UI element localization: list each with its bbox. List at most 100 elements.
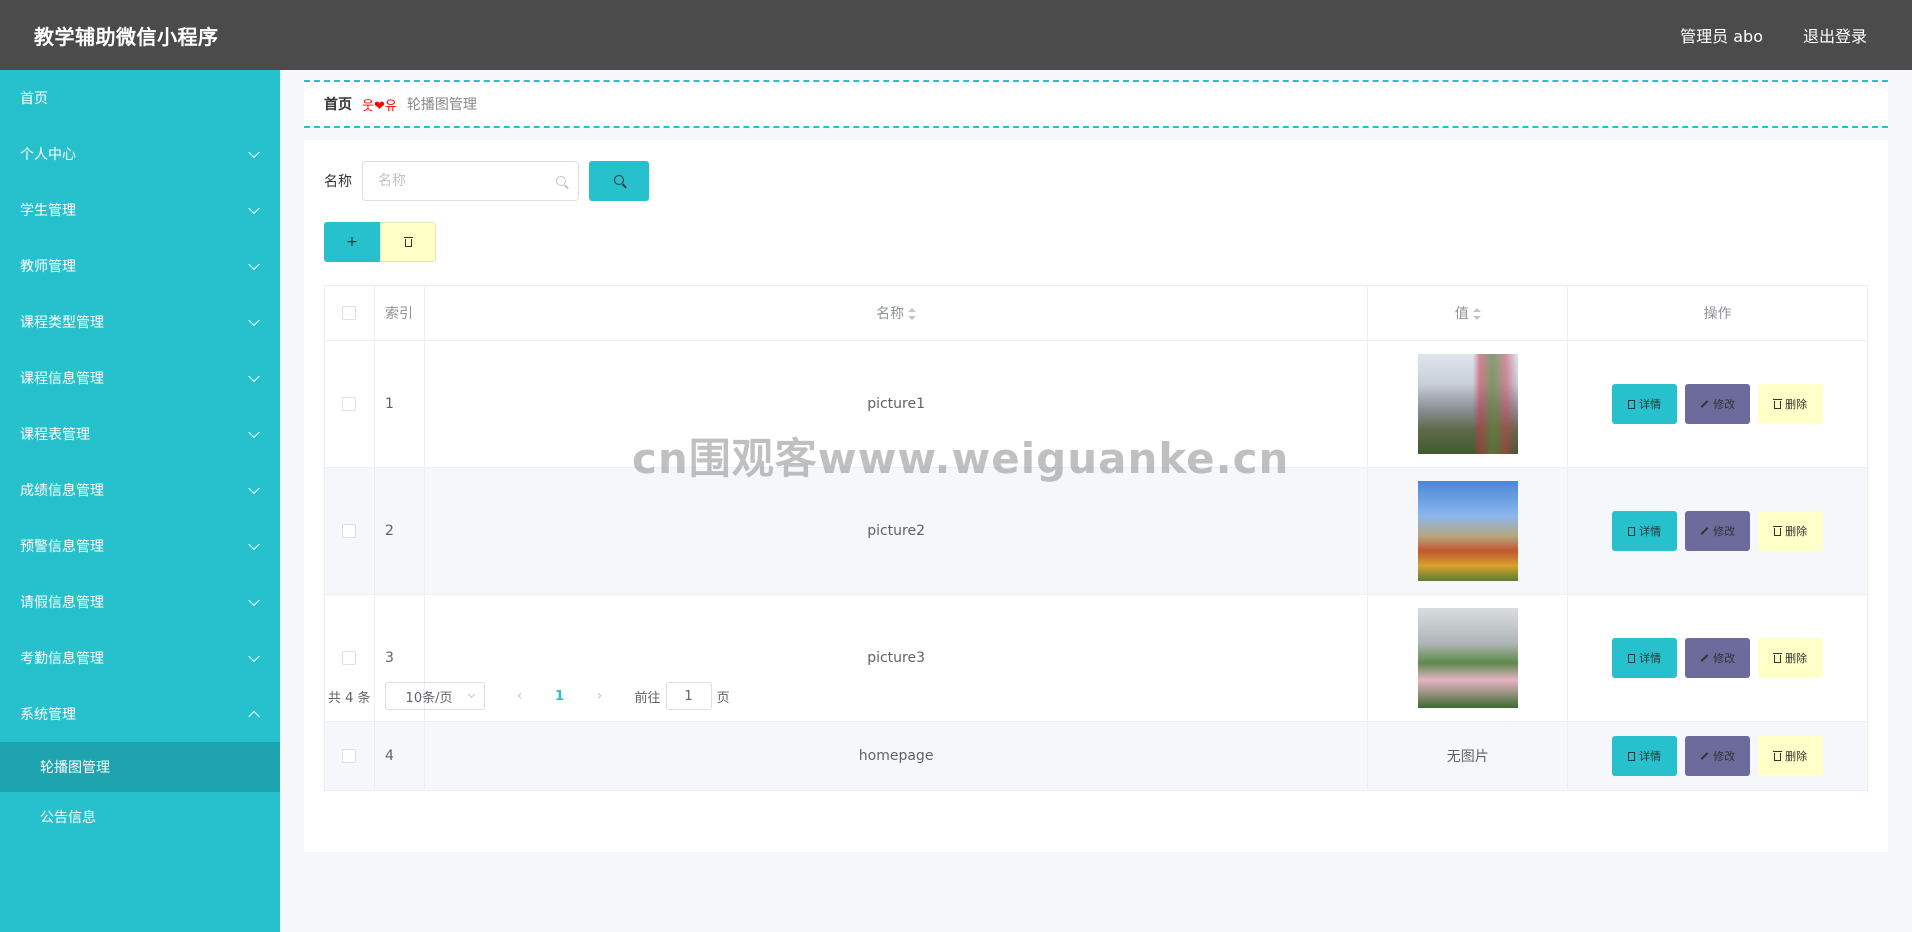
user-label: 管理员 abo [1680,27,1763,46]
sidebar-item-label: 系统管理 [20,707,76,723]
row-name: picture2 [423,467,1369,595]
batch-delete-button[interactable] [380,222,436,262]
column-header-value[interactable]: 值 [1367,285,1569,341]
column-header-name[interactable]: 名称 [423,285,1369,341]
row-select-cell [324,721,375,791]
row-checkbox[interactable] [342,749,357,763]
sidebar-item-label: 考勤信息管理 [20,651,104,667]
breadcrumb-home[interactable]: 首页 [324,94,352,114]
sort-icon[interactable] [1472,308,1481,320]
detail-label: 详情 [1639,652,1662,665]
detail-button[interactable]: 详情 [1612,638,1678,678]
sidebar-item-personal-center[interactable]: 个人中心 [0,126,280,182]
row-index: 2 [373,467,425,595]
sidebar-subitem-notice[interactable]: 公告信息 [0,792,280,842]
delete-button[interactable]: 删除 [1758,736,1824,776]
sidebar-item-label: 教师管理 [20,259,76,275]
page-jump: 前往 页 [635,682,730,710]
search-icon [614,175,624,185]
app-title: 教学辅助微信小程序 [34,24,219,49]
sidebar-subitem-label: 轮播图管理 [40,760,110,776]
sidebar-item-warnings[interactable]: 预警信息管理 [0,518,280,574]
document-icon [1628,526,1636,536]
delete-button[interactable]: 删除 [1758,511,1824,551]
sidebar-subitem-carousel[interactable]: 轮播图管理 [0,742,280,792]
prev-page-button[interactable]: ‹ [505,682,535,710]
trash-icon [1773,526,1783,536]
sidebar-item-label: 预警信息管理 [20,539,104,555]
search-row: 名称 [324,161,649,201]
chevron-down-icon [248,146,260,159]
edit-button[interactable]: 修改 [1685,736,1751,776]
row-checkbox[interactable] [342,524,357,538]
next-page-button[interactable]: › [585,682,615,710]
carousel-image-thumbnail[interactable] [1417,354,1518,454]
row-value: 无图片 [1367,721,1569,791]
trash-icon [403,237,413,247]
row-actions: 详情 修改 删除 [1567,721,1868,791]
sidebar-item-home[interactable]: 首页 [0,70,280,126]
add-button[interactable]: + [324,222,380,262]
edit-label: 修改 [1713,398,1736,411]
select-all-checkbox[interactable] [342,306,357,320]
select-all-cell [324,285,375,341]
sidebar-item-system[interactable]: 系统管理 [0,686,280,742]
row-value [1367,467,1569,595]
edit-icon [1700,654,1709,662]
chevron-down-icon [248,538,260,551]
sidebar-item-leave[interactable]: 请假信息管理 [0,574,280,630]
delete-button[interactable]: 删除 [1758,384,1824,424]
carousel-image-thumbnail[interactable] [1417,608,1518,708]
edit-button[interactable]: 修改 [1685,638,1751,678]
sidebar-item-label: 成绩信息管理 [20,483,104,499]
sidebar-item-timetable[interactable]: 课程表管理 [0,406,280,462]
sidebar-item-label: 学生管理 [20,203,76,219]
chevron-down-icon [248,370,260,383]
detail-button[interactable]: 详情 [1612,384,1678,424]
sidebar-item-label: 请假信息管理 [20,595,104,611]
table-row: 1 picture1 详情 修改 删除 [324,340,1868,468]
column-header-index: 索引 [373,285,425,341]
carousel-image-thumbnail[interactable] [1417,481,1518,581]
detail-button[interactable]: 详情 [1612,736,1678,776]
row-checkbox[interactable] [342,651,357,665]
page-size-select[interactable]: 10条/页 [384,682,485,710]
sidebar-item-attendance[interactable]: 考勤信息管理 [0,630,280,686]
main-content: 首页 웃❤유 轮播图管理 名称 + [280,70,1912,932]
sort-icon[interactable] [908,308,917,320]
chevron-up-icon [248,710,260,723]
chevron-down-icon [248,594,260,607]
delete-label: 删除 [1785,652,1808,665]
sidebar-item-teachers[interactable]: 教师管理 [0,238,280,294]
row-name: picture1 [423,340,1369,468]
sidebar-item-course-types[interactable]: 课程类型管理 [0,294,280,350]
edit-label: 修改 [1713,652,1736,665]
search-button[interactable] [589,161,649,201]
row-checkbox[interactable] [342,397,357,411]
row-actions: 详情 修改 删除 [1567,594,1868,722]
search-label: 名称 [324,174,352,190]
search-input[interactable] [363,162,578,200]
logout-button[interactable]: 退出登录 [1803,23,1867,47]
header-right: 管理员 abo 退出登录 [1680,23,1867,47]
breadcrumb: 首页 웃❤유 轮播图管理 [304,80,1888,128]
delete-button[interactable]: 删除 [1758,638,1824,678]
chevron-down-icon [467,690,475,699]
goto-page-input[interactable] [665,682,712,710]
edit-button[interactable]: 修改 [1685,511,1751,551]
document-icon [1628,751,1636,761]
row-actions: 详情 修改 删除 [1567,467,1868,595]
document-icon [1628,399,1636,409]
sidebar-item-label: 个人中心 [20,147,76,163]
sidebar-item-grades[interactable]: 成绩信息管理 [0,462,280,518]
row-index: 4 [373,721,425,791]
row-action-group: 详情 修改 删除 [1612,638,1824,678]
column-header-name-label: 名称 [876,306,905,322]
sidebar-item-students[interactable]: 学生管理 [0,182,280,238]
breadcrumb-current: 轮播图管理 [406,97,477,113]
page-number-current[interactable]: 1 [545,689,575,704]
table-row: 4 homepage 无图片 详情 修改 删除 [324,721,1868,791]
edit-button[interactable]: 修改 [1685,384,1751,424]
sidebar-item-course-info[interactable]: 课程信息管理 [0,350,280,406]
detail-button[interactable]: 详情 [1612,511,1678,551]
